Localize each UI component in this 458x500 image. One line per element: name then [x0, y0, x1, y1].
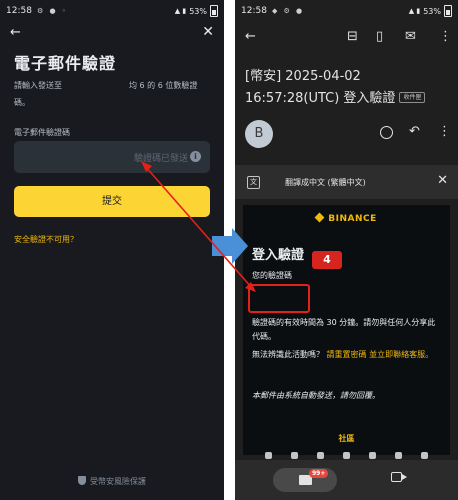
- flow-arrow-icon: [212, 228, 248, 264]
- step-number-badge: 4: [312, 251, 342, 269]
- code-highlight-box: [248, 284, 310, 313]
- pointer-arrowhead-start: [141, 161, 152, 172]
- pointer-line: [144, 165, 253, 289]
- annotation-overlay: [141, 161, 256, 292]
